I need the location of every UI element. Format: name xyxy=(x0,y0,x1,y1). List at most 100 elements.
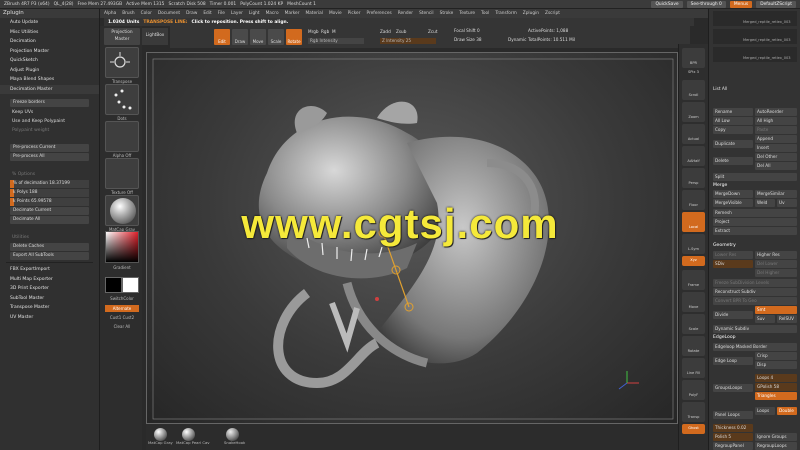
del-lower-button[interactable]: Del Lower xyxy=(755,260,797,268)
zoom-button[interactable]: Zoom xyxy=(682,102,705,122)
sdiv-slider[interactable]: SDiv xyxy=(713,260,753,268)
export-subtools-button[interactable]: Export All SubTools xyxy=(10,252,89,260)
spix-slider[interactable]: SPix 3 xyxy=(682,68,705,78)
rgb-intensity-slider[interactable]: Rgb Intensity xyxy=(308,38,364,44)
secondary-color-swatch[interactable] xyxy=(122,277,139,293)
loops-toggle[interactable]: Loops xyxy=(755,407,775,415)
dots-stroke-thumb[interactable] xyxy=(105,84,139,115)
split-button[interactable]: Split xyxy=(713,173,797,181)
zcut-button[interactable]: Zcut xyxy=(428,29,437,34)
preprocess-current-button[interactable]: Pre-process Current xyxy=(10,144,89,152)
menu-picker[interactable]: Picker xyxy=(348,11,361,16)
actual-button[interactable]: Actual xyxy=(682,124,705,144)
menu-file[interactable]: File xyxy=(218,11,225,16)
loops-slider[interactable]: Loops 4 xyxy=(755,374,797,382)
plugin-misc-utilities[interactable]: Misc Utilities xyxy=(0,28,99,38)
autoreorder-button[interactable]: AutoReorder xyxy=(755,108,797,116)
menu-layer[interactable]: Layer xyxy=(231,11,243,16)
keep-uvs-toggle[interactable]: Keep UVs xyxy=(0,108,99,117)
draw-button[interactable]: Draw xyxy=(232,29,248,45)
polyf-button[interactable]: PolyF xyxy=(682,380,705,400)
main-color-swatch[interactable] xyxy=(105,277,122,293)
freeze-borders-toggle[interactable]: Freeze borders xyxy=(10,99,89,107)
clear-all-button[interactable]: Clear All xyxy=(105,324,139,329)
menu-preferences[interactable]: Preferences xyxy=(366,11,391,16)
plugin-projection-master[interactable]: Projection Master xyxy=(0,47,99,57)
edge-loop-button[interactable]: Edge Loop xyxy=(713,357,753,365)
linefill-button[interactable]: Line Fill xyxy=(682,358,705,378)
preprocess-all-button[interactable]: Pre-process All xyxy=(10,153,89,161)
relsuv-toggle[interactable]: RelSUV xyxy=(777,315,797,323)
menus-toggle[interactable]: Menus xyxy=(729,1,753,8)
aahalf-button[interactable]: AAHalf xyxy=(682,146,705,166)
copy-button[interactable]: Copy xyxy=(713,126,753,134)
move-button[interactable]: Move xyxy=(250,29,266,45)
m-button[interactable]: M xyxy=(332,29,336,34)
menu-document[interactable]: Document xyxy=(158,11,180,16)
smt-toggle[interactable]: Smt xyxy=(755,306,797,314)
menu-light[interactable]: Light xyxy=(249,11,260,16)
menu-alpha[interactable]: Alpha xyxy=(104,11,116,16)
freeze-subdiv-button[interactable]: Freeze SubDivision Levels xyxy=(713,279,797,287)
frame-button[interactable]: Frame xyxy=(682,270,705,290)
zadd-button[interactable]: Zadd xyxy=(380,29,391,34)
transp-button[interactable]: Transp xyxy=(682,402,705,422)
menu-tool[interactable]: Tool xyxy=(481,11,489,16)
plugin-subtool-master[interactable]: SubTool Master xyxy=(0,294,99,304)
menu-marker[interactable]: Marker xyxy=(285,11,300,16)
menu-macro[interactable]: Macro xyxy=(266,11,279,16)
list-all-button[interactable]: List All xyxy=(713,85,797,94)
menu-stencil[interactable]: Stencil xyxy=(419,11,434,16)
custom-colors[interactable]: Cust1 Cust2 xyxy=(105,315,139,320)
plugin-transpose-master[interactable]: Transpose Master xyxy=(0,303,99,313)
polish-slider[interactable]: Polish 5 xyxy=(713,433,753,441)
edit-button[interactable]: Edit xyxy=(214,29,230,45)
scale-button[interactable]: Scale xyxy=(268,29,284,45)
menu-transform[interactable]: Transform xyxy=(495,11,516,16)
disp-toggle[interactable]: Disp xyxy=(755,361,797,369)
xyz-button[interactable]: Xyz xyxy=(682,256,705,266)
edgeloop-masked-button[interactable]: Edgeloop Masked Border xyxy=(713,343,797,351)
rgb-button[interactable]: Rgb xyxy=(321,29,329,34)
kpolys-slider[interactable]: k Polys 188 xyxy=(10,189,89,197)
append-button[interactable]: Append xyxy=(755,135,797,143)
ghost-button[interactable]: Ghost xyxy=(682,424,705,434)
alternate-button[interactable]: Alternate xyxy=(105,305,139,312)
lightbox-button[interactable]: LightBox xyxy=(142,28,168,45)
move-view-button[interactable]: Move xyxy=(682,292,705,312)
zsub-button[interactable]: Zsub xyxy=(396,29,406,34)
zplugin-title[interactable]: Zplugin xyxy=(0,9,99,18)
thickness-slider[interactable]: Thickness 0.02 xyxy=(713,424,753,432)
edgeloop-header[interactable]: EdgeLoop xyxy=(713,334,797,342)
keep-polypaint-toggle[interactable]: Use and Keep Polypaint xyxy=(0,117,99,126)
scroll-button[interactable]: Scroll xyxy=(682,80,705,100)
menu-color[interactable]: Color xyxy=(141,11,152,16)
bpr-button[interactable]: BPR xyxy=(682,48,705,68)
plugin-quicksketch[interactable]: QuickSketch xyxy=(0,56,99,66)
transpose-brush-thumb[interactable] xyxy=(105,47,139,78)
subtool-item[interactable]: Merged_reptile_retlex_003 xyxy=(713,47,797,62)
regroup-panel-button[interactable]: RegroupPanel xyxy=(713,442,753,450)
regroup-loops-button[interactable]: RegroupLoops xyxy=(755,442,797,450)
menu-movie[interactable]: Movie xyxy=(329,11,342,16)
rotate-button[interactable]: Rotate xyxy=(286,29,302,45)
all-high-button[interactable]: All High xyxy=(755,117,797,125)
z-intensity-slider[interactable]: Z Intensity 25 xyxy=(380,38,436,44)
higher-res-button[interactable]: Higher Res xyxy=(755,251,797,259)
menu-zplugin[interactable]: Zplugin xyxy=(523,11,539,16)
divide-button[interactable]: Divide xyxy=(713,311,753,319)
subtool-item[interactable]: Merged_reptile_retlex_003 xyxy=(713,11,797,26)
plugin-maya-blend[interactable]: Maya Blend Shapes xyxy=(0,75,99,85)
quicksave-button[interactable]: QuickSave xyxy=(651,1,683,8)
insert-button[interactable]: Insert xyxy=(755,144,797,152)
del-other-button[interactable]: Del Other xyxy=(755,153,797,161)
menu-brush[interactable]: Brush xyxy=(122,11,134,16)
plugin-uv-master[interactable]: UV Master xyxy=(0,313,99,323)
texture-thumb[interactable] xyxy=(105,158,139,189)
menu-zscript[interactable]: Zscript xyxy=(545,11,560,16)
duplicate-button[interactable]: Duplicate xyxy=(713,140,753,148)
mergedown-button[interactable]: MergeDown xyxy=(713,190,753,198)
reconstruct-subdiv-button[interactable]: Reconstruct Subdiv xyxy=(713,288,797,296)
subtool-item[interactable]: Merged_reptile_retlex_003 xyxy=(713,29,797,44)
groupsloops-button[interactable]: GroupsLoops xyxy=(713,384,753,392)
